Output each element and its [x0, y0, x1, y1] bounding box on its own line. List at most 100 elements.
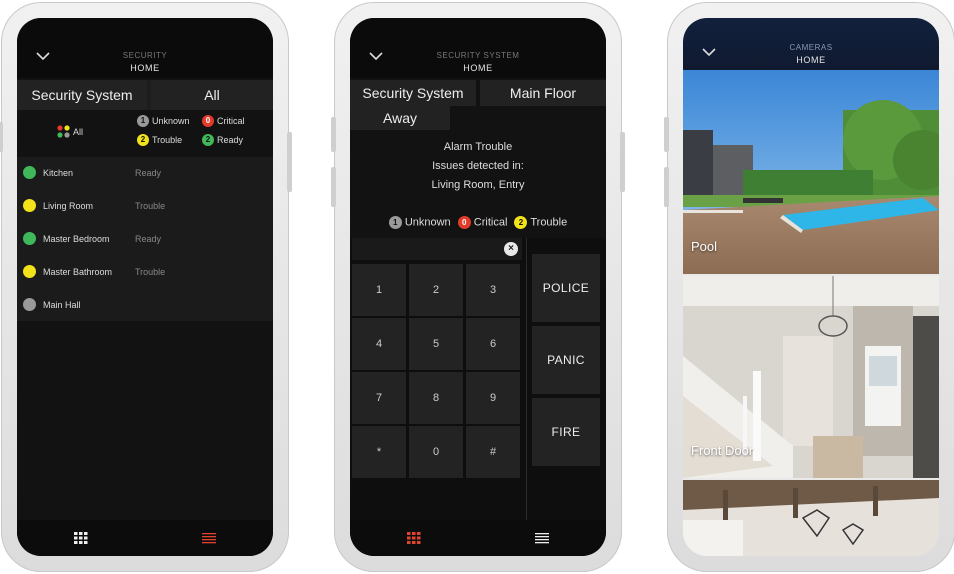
- room-status: Ready: [135, 168, 162, 178]
- fire-button[interactable]: FIRE: [532, 398, 600, 466]
- status-dot: [23, 166, 36, 179]
- legend-trouble: 2 Trouble: [137, 134, 182, 146]
- phone-side-button: [664, 117, 669, 152]
- list-item[interactable]: Master Bedroom Ready: [17, 223, 273, 256]
- phone-frame-keypad: SECURITY SYSTEM HOME Security System Mai…: [331, 2, 625, 572]
- filter-tabs: Security System All: [17, 80, 273, 110]
- legend-all[interactable]: All: [57, 125, 83, 138]
- police-button[interactable]: POLICE: [532, 254, 600, 322]
- trouble-count: 2: [137, 134, 149, 146]
- phone-frame-cameras: CAMERAS HOME Pool Front Door: [664, 2, 954, 572]
- tab-main-floor[interactable]: Main Floor: [480, 80, 606, 106]
- legend-critical: 0 Critical: [457, 216, 508, 229]
- unknown-count: 1: [388, 216, 402, 229]
- clear-icon[interactable]: ×: [504, 242, 518, 256]
- tab-all[interactable]: All: [151, 80, 273, 110]
- legend-trouble: 2 Trouble: [514, 216, 567, 229]
- ready-label: Ready: [217, 135, 244, 145]
- panic-button[interactable]: PANIC: [532, 326, 600, 394]
- status-dot: [23, 265, 36, 278]
- ready-count: 2: [202, 134, 214, 146]
- phone-side-button: [331, 117, 336, 152]
- tab-security-system[interactable]: Security System: [17, 80, 147, 110]
- header-title: HOME: [796, 55, 826, 65]
- header: SECURITY HOME: [17, 18, 273, 78]
- list-item[interactable]: Main Hall: [17, 289, 273, 322]
- room-status: Trouble: [135, 201, 166, 211]
- legend-ready: 2 Ready: [202, 134, 243, 146]
- key-4[interactable]: 4: [352, 318, 406, 370]
- camera-tile-interior[interactable]: [683, 480, 939, 556]
- camera-tile-front-door[interactable]: Front Door: [683, 276, 939, 478]
- room-list: Kitchen Ready Living Room Trouble Master…: [17, 157, 273, 321]
- header-title: HOME: [130, 63, 160, 73]
- keypad-grid-icon[interactable]: [407, 532, 421, 544]
- list-item[interactable]: Living Room Trouble: [17, 190, 273, 223]
- list-icon[interactable]: [535, 532, 549, 544]
- phone-side-button: [331, 167, 336, 207]
- legend-unknown: 1 Unknown: [137, 115, 190, 127]
- status-dot: [23, 199, 36, 212]
- key-star[interactable]: *: [352, 426, 406, 478]
- key-5[interactable]: 5: [409, 318, 463, 370]
- key-1[interactable]: 1: [352, 264, 406, 316]
- bottom-nav: [350, 520, 606, 556]
- status-detail: Issues detected in:: [432, 160, 524, 172]
- phone-side-button: [287, 132, 292, 192]
- camera-label: Pool: [691, 239, 718, 254]
- phone-frame-security: SECURITY HOME Security System All All 1U…: [0, 2, 292, 572]
- phone-side-button: [0, 122, 3, 152]
- critical-count: 0: [457, 216, 471, 229]
- room-status: Ready: [135, 234, 162, 244]
- keypad-divider: [526, 238, 527, 520]
- room-name: Master Bedroom: [43, 234, 110, 244]
- status-legend: All 1 Unknown 0 Critical 2 Trouble 2 Ready: [17, 115, 273, 153]
- room-name: Living Room: [43, 201, 94, 211]
- keypad-grid-icon[interactable]: [74, 532, 88, 544]
- trouble-label: Trouble: [152, 135, 183, 145]
- keypad-screen: SECURITY SYSTEM HOME Security System Mai…: [350, 18, 606, 556]
- key-3[interactable]: 3: [466, 264, 520, 316]
- key-2[interactable]: 2: [409, 264, 463, 316]
- room-name: Master Bathroom: [43, 267, 113, 277]
- legend-unknown: 1 Unknown: [388, 216, 451, 229]
- key-0[interactable]: 0: [409, 426, 463, 478]
- critical-count: 0: [202, 115, 214, 127]
- room-name: Main Hall: [43, 300, 81, 310]
- tab-security-system[interactable]: Security System: [350, 80, 476, 106]
- unknown-count: 1: [137, 115, 149, 127]
- header: SECURITY SYSTEM HOME: [350, 18, 606, 78]
- tab-away[interactable]: Away: [350, 106, 450, 130]
- key-hash[interactable]: #: [466, 426, 520, 478]
- phone-side-button: [664, 167, 669, 207]
- critical-label: Critical: [217, 116, 245, 126]
- pool-camera-image: [683, 70, 939, 274]
- key-9[interactable]: 9: [466, 372, 520, 424]
- status-legend: 1 Unknown 0 Critical 2 Trouble: [350, 216, 606, 229]
- keypad-area: × 1 2 3 4 5 6 7 8 9 * 0 # POLICE PANIC F…: [350, 238, 606, 520]
- bottom-nav: [17, 520, 273, 556]
- key-7[interactable]: 7: [352, 372, 406, 424]
- status-title: Alarm Trouble: [443, 141, 513, 153]
- interior-camera-image: [683, 480, 939, 556]
- status-locations: Living Room, Entry: [431, 179, 525, 191]
- header-subtitle: SECURITY: [122, 51, 168, 60]
- unknown-label: Unknown: [404, 216, 451, 229]
- key-8[interactable]: 8: [409, 372, 463, 424]
- critical-label: Critical: [473, 216, 508, 229]
- camera-tile-pool[interactable]: Pool: [683, 70, 939, 274]
- list-icon[interactable]: [202, 532, 216, 544]
- selector-tabs: Security System Main Floor Away: [350, 80, 606, 132]
- room-name: Kitchen: [43, 168, 74, 178]
- list-item[interactable]: Master Bathroom Trouble: [17, 256, 273, 289]
- key-6[interactable]: 6: [466, 318, 520, 370]
- header-subtitle: SECURITY SYSTEM: [436, 51, 520, 60]
- list-item[interactable]: Kitchen Ready: [17, 157, 273, 190]
- legend-critical: 0 Critical: [202, 115, 245, 127]
- security-screen: SECURITY HOME Security System All All 1U…: [17, 18, 273, 556]
- room-status: Trouble: [135, 267, 166, 277]
- camera-label: Front Door: [691, 443, 754, 458]
- alarm-status: Alarm Trouble Issues detected in: Living…: [350, 138, 606, 195]
- cameras-screen: CAMERAS HOME Pool Front Door: [683, 18, 939, 556]
- code-input[interactable]: ×: [352, 238, 522, 260]
